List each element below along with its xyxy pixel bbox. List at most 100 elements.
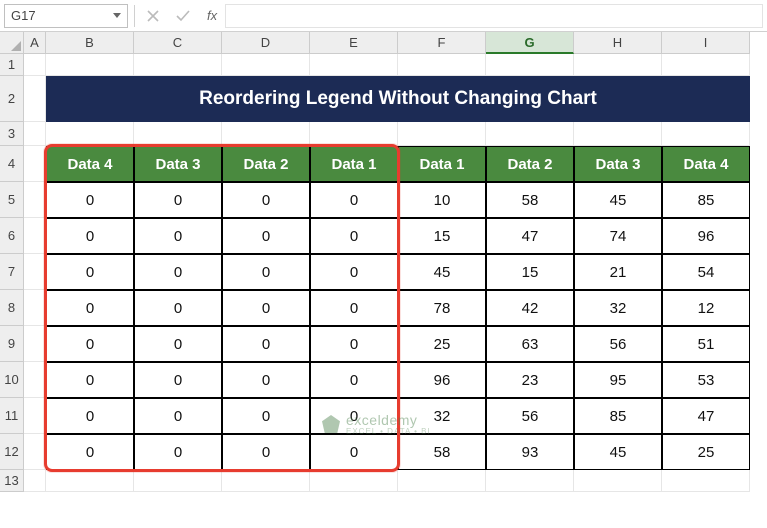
row-header[interactable]: 13 bbox=[0, 470, 24, 492]
cell[interactable] bbox=[46, 54, 134, 76]
table-cell[interactable]: 0 bbox=[134, 398, 222, 434]
table-cell[interactable]: 0 bbox=[222, 218, 310, 254]
table-cell[interactable]: 0 bbox=[310, 254, 398, 290]
table-cell[interactable]: 0 bbox=[134, 254, 222, 290]
table-cell[interactable]: 51 bbox=[662, 326, 750, 362]
table-cell[interactable]: 0 bbox=[134, 290, 222, 326]
cell[interactable] bbox=[662, 122, 750, 146]
table-cell[interactable]: 96 bbox=[398, 362, 486, 398]
cell[interactable] bbox=[398, 54, 486, 76]
table-cell[interactable]: 56 bbox=[574, 326, 662, 362]
table-cell[interactable]: 85 bbox=[574, 398, 662, 434]
table-cell[interactable]: 15 bbox=[398, 218, 486, 254]
table-cell[interactable]: 0 bbox=[46, 434, 134, 470]
table-cell[interactable]: 63 bbox=[486, 326, 574, 362]
table-cell[interactable]: 12 bbox=[662, 290, 750, 326]
cell[interactable] bbox=[24, 362, 46, 398]
cell[interactable] bbox=[310, 54, 398, 76]
cell[interactable] bbox=[46, 470, 134, 492]
table-cell[interactable]: 0 bbox=[222, 398, 310, 434]
cell[interactable] bbox=[24, 122, 46, 146]
row-header[interactable]: 5 bbox=[0, 182, 24, 218]
table-cell[interactable]: 10 bbox=[398, 182, 486, 218]
table-cell[interactable]: 25 bbox=[662, 434, 750, 470]
table-cell[interactable]: 0 bbox=[222, 290, 310, 326]
cell[interactable] bbox=[486, 54, 574, 76]
cell[interactable] bbox=[24, 76, 46, 122]
column-header[interactable]: C bbox=[134, 32, 222, 54]
row-header[interactable]: 2 bbox=[0, 76, 24, 122]
cell[interactable] bbox=[24, 254, 46, 290]
cell[interactable] bbox=[398, 470, 486, 492]
table-cell[interactable]: 54 bbox=[662, 254, 750, 290]
table-header-cell[interactable]: Data 2 bbox=[486, 146, 574, 182]
table-cell[interactable]: 47 bbox=[486, 218, 574, 254]
cell[interactable] bbox=[662, 470, 750, 492]
cell[interactable] bbox=[24, 218, 46, 254]
table-cell[interactable]: 0 bbox=[46, 362, 134, 398]
table-cell[interactable]: 42 bbox=[486, 290, 574, 326]
table-cell[interactable]: 0 bbox=[46, 182, 134, 218]
table-cell[interactable]: 0 bbox=[46, 326, 134, 362]
table-cell[interactable]: 0 bbox=[134, 182, 222, 218]
column-header[interactable]: D bbox=[222, 32, 310, 54]
table-header-cell[interactable]: Data 2 bbox=[222, 146, 310, 182]
cell[interactable] bbox=[24, 54, 46, 76]
table-cell[interactable]: 78 bbox=[398, 290, 486, 326]
fx-label[interactable]: fx bbox=[207, 8, 217, 23]
cell[interactable] bbox=[24, 326, 46, 362]
table-cell[interactable]: 25 bbox=[398, 326, 486, 362]
cell[interactable] bbox=[46, 122, 134, 146]
column-header[interactable]: F bbox=[398, 32, 486, 54]
row-header[interactable]: 10 bbox=[0, 362, 24, 398]
table-cell[interactable]: 0 bbox=[46, 290, 134, 326]
cell[interactable] bbox=[24, 290, 46, 326]
table-cell[interactable]: 0 bbox=[310, 182, 398, 218]
cell[interactable] bbox=[134, 122, 222, 146]
table-cell[interactable]: 45 bbox=[574, 434, 662, 470]
table-header-cell[interactable]: Data 1 bbox=[310, 146, 398, 182]
table-cell[interactable]: 0 bbox=[134, 362, 222, 398]
table-cell[interactable]: 47 bbox=[662, 398, 750, 434]
table-cell[interactable]: 0 bbox=[310, 218, 398, 254]
table-cell[interactable]: 45 bbox=[398, 254, 486, 290]
table-header-cell[interactable]: Data 3 bbox=[134, 146, 222, 182]
cell[interactable] bbox=[24, 398, 46, 434]
table-cell[interactable]: 0 bbox=[310, 398, 398, 434]
cell[interactable] bbox=[24, 182, 46, 218]
cell[interactable] bbox=[574, 470, 662, 492]
table-cell[interactable]: 0 bbox=[46, 254, 134, 290]
table-cell[interactable]: 95 bbox=[574, 362, 662, 398]
table-cell[interactable]: 0 bbox=[222, 182, 310, 218]
cell[interactable] bbox=[662, 54, 750, 76]
table-cell[interactable]: 21 bbox=[574, 254, 662, 290]
table-header-cell[interactable]: Data 1 bbox=[398, 146, 486, 182]
row-header[interactable]: 9 bbox=[0, 326, 24, 362]
table-cell[interactable]: 53 bbox=[662, 362, 750, 398]
formula-input[interactable] bbox=[225, 4, 763, 28]
table-cell[interactable]: 15 bbox=[486, 254, 574, 290]
cell[interactable] bbox=[24, 470, 46, 492]
table-header-cell[interactable]: Data 4 bbox=[46, 146, 134, 182]
table-cell[interactable]: 23 bbox=[486, 362, 574, 398]
cell[interactable] bbox=[24, 146, 46, 182]
table-cell[interactable]: 93 bbox=[486, 434, 574, 470]
table-cell[interactable]: 58 bbox=[486, 182, 574, 218]
confirm-icon[interactable] bbox=[171, 4, 195, 28]
cell[interactable] bbox=[310, 122, 398, 146]
table-cell[interactable]: 74 bbox=[574, 218, 662, 254]
column-header[interactable]: E bbox=[310, 32, 398, 54]
table-cell[interactable]: 0 bbox=[46, 398, 134, 434]
table-cell[interactable]: 0 bbox=[222, 254, 310, 290]
column-header[interactable]: I bbox=[662, 32, 750, 54]
cell[interactable] bbox=[222, 122, 310, 146]
table-cell[interactable]: 0 bbox=[222, 434, 310, 470]
table-cell[interactable]: 0 bbox=[222, 362, 310, 398]
table-cell[interactable]: 0 bbox=[46, 218, 134, 254]
name-box[interactable]: G17 bbox=[4, 4, 128, 28]
row-header[interactable]: 3 bbox=[0, 122, 24, 146]
table-cell[interactable]: 0 bbox=[310, 290, 398, 326]
cell[interactable] bbox=[222, 54, 310, 76]
row-header[interactable]: 1 bbox=[0, 54, 24, 76]
table-cell[interactable]: 32 bbox=[574, 290, 662, 326]
